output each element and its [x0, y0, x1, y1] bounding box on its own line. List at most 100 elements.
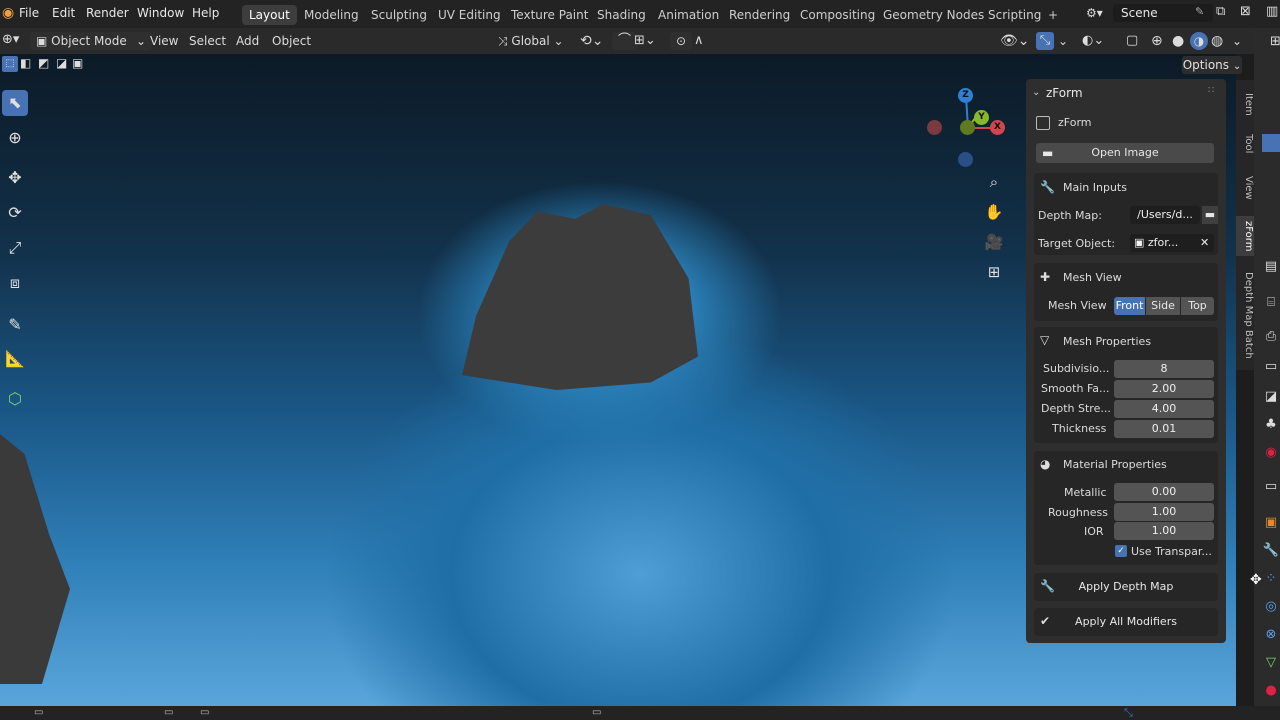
zoom-icon[interactable]: ⌕	[984, 172, 1004, 192]
tab-scripting[interactable]: Scripting	[981, 5, 1048, 25]
particles-properties-icon[interactable]: ⁘	[1262, 570, 1280, 588]
collection-properties-icon[interactable]: ▭	[1262, 478, 1280, 496]
view-layer-icon[interactable]: ▥	[1266, 4, 1278, 19]
gizmo-neg-x-axis[interactable]	[927, 120, 942, 135]
menu-edit[interactable]: Edit	[52, 6, 75, 20]
perspective-grid-icon[interactable]: ⊞	[984, 262, 1004, 282]
menu-view[interactable]: View	[150, 32, 178, 50]
browse-folder-icon[interactable]: ▬	[1202, 206, 1218, 224]
pan-hand-icon[interactable]: ✋	[984, 202, 1004, 222]
falloff-icon[interactable]: ∧	[694, 32, 704, 50]
menu-file[interactable]: File	[19, 6, 39, 20]
add-cube-tool-icon[interactable]: ⬡	[2, 386, 28, 412]
cursor-tool-icon[interactable]: ⊕	[2, 125, 28, 151]
chevron-down-icon[interactable]: ⌄	[1058, 32, 1068, 50]
gizmo-z-axis[interactable]: Z	[958, 88, 973, 103]
smooth-factor-field[interactable]: 2.00	[1114, 380, 1214, 398]
overlay-icon[interactable]: ◐⌄	[1082, 32, 1104, 50]
object-properties-icon[interactable]: ▣	[1262, 514, 1280, 532]
view-top-button[interactable]: Top	[1181, 297, 1214, 315]
select-extend-icon[interactable]: ◧	[20, 56, 31, 70]
scene-field[interactable]: Scene ✎	[1113, 4, 1213, 22]
transform-orientation-dropdown[interactable]: ⤨ Global ⌄	[498, 32, 570, 50]
scale-tool-icon[interactable]: ⤢	[2, 235, 28, 261]
proportional-edit-icon[interactable]: ⊙	[670, 32, 693, 50]
material-shading-icon[interactable]: ◑	[1190, 32, 1208, 50]
rotate-tool-icon[interactable]: ⟳	[2, 200, 28, 226]
depth-strength-field[interactable]: 4.00	[1114, 400, 1214, 418]
modifier-properties-icon[interactable]: 🔧	[1262, 542, 1280, 560]
depth-map-field[interactable]: /Users/d...	[1130, 206, 1200, 224]
select-subtract-icon[interactable]: ◩	[38, 56, 49, 70]
scene-selector-icon[interactable]: ⚙▾	[1086, 6, 1103, 20]
mode-dropdown[interactable]: ▣ Object Mode ⌄	[30, 32, 152, 50]
constraints-properties-icon[interactable]: ⊗	[1262, 626, 1280, 644]
camera-view-icon[interactable]: 🎥	[984, 232, 1004, 252]
roughness-field[interactable]: 1.00	[1114, 503, 1214, 521]
properties-editor-type-icon[interactable]: ⊞	[1270, 34, 1280, 49]
target-object-field[interactable]: ▣ zfor... ✕	[1130, 234, 1214, 252]
open-image-button[interactable]: ▬ Open Image	[1036, 143, 1214, 163]
collapse-chevron-icon[interactable]: ⌄	[1032, 87, 1040, 98]
navigation-gizmo[interactable]: Z Y X	[920, 86, 1010, 176]
view-layer-properties-icon[interactable]: ▭	[1262, 358, 1280, 376]
new-scene-icon[interactable]: ⧉	[1216, 4, 1225, 19]
scene-properties-icon[interactable]: ◪	[1262, 388, 1280, 406]
tab-animation[interactable]: Animation	[651, 5, 726, 25]
tab-sculpting[interactable]: Sculpting	[364, 5, 434, 25]
menu-window[interactable]: Window	[137, 6, 184, 20]
menu-render[interactable]: Render	[86, 6, 129, 20]
physics-properties-icon[interactable]: ◎	[1262, 598, 1280, 616]
gizmo-neg-z-axis[interactable]	[958, 152, 973, 167]
use-transparency-checkbox[interactable]: ✓	[1115, 545, 1127, 557]
material-properties-icon[interactable]: ●	[1262, 682, 1280, 700]
gizmo-toggle-icon[interactable]: ⤡	[1036, 32, 1054, 50]
apply-depth-map-button[interactable]: Apply Depth Map	[1034, 577, 1218, 597]
select-new-icon[interactable]: ⬚	[2, 56, 18, 72]
editor-type-icon[interactable]: ⊕▾	[2, 32, 19, 47]
world-properties-icon[interactable]: ◉	[1262, 444, 1280, 462]
delete-scene-icon[interactable]: ⊠	[1240, 4, 1251, 19]
blender-logo-icon[interactable]: ◉	[2, 5, 14, 21]
select-box-tool-icon[interactable]: ⬉	[2, 90, 28, 116]
pivot-point-icon[interactable]: ⟲⌄	[580, 32, 603, 50]
clear-x-icon[interactable]: ✕	[1200, 234, 1209, 252]
shading-options-icon[interactable]: ⌄	[1232, 32, 1242, 50]
visibility-icon[interactable]: 👁⌄	[1000, 32, 1030, 50]
annotate-tool-icon[interactable]: ✎	[2, 312, 28, 338]
wireframe-shading-icon[interactable]: ⊕	[1151, 32, 1163, 50]
select-intersect-icon[interactable]: ▣	[72, 56, 83, 70]
tab-texture-paint[interactable]: Texture Paint	[504, 5, 595, 25]
select-invert-icon[interactable]: ◪	[56, 56, 67, 70]
apply-all-modifiers-button[interactable]: Apply All Modifiers	[1034, 612, 1218, 632]
measure-tool-icon[interactable]: 📐	[2, 346, 28, 372]
metallic-field[interactable]: 0.00	[1114, 483, 1214, 501]
menu-object[interactable]: Object	[272, 32, 311, 50]
thickness-field[interactable]: 0.01	[1114, 420, 1214, 438]
gizmo-neg-y-axis[interactable]	[960, 120, 975, 135]
snap-target-icon[interactable]: ⊞⌄	[634, 32, 656, 50]
tab-layout[interactable]: Layout	[242, 5, 297, 25]
tab-compositing[interactable]: Compositing	[793, 5, 882, 25]
options-dropdown[interactable]: Options ⌄	[1182, 56, 1242, 74]
menu-help[interactable]: Help	[192, 6, 219, 20]
sidebar-tab-view[interactable]: View	[1236, 170, 1254, 206]
tab-rendering[interactable]: Rendering	[722, 5, 797, 25]
menu-select[interactable]: Select	[189, 32, 226, 50]
output-properties-icon[interactable]: ⎙	[1262, 328, 1280, 346]
add-workspace-button[interactable]: +	[1041, 5, 1065, 25]
gizmo-y-axis[interactable]: Y	[974, 110, 989, 125]
xray-icon[interactable]: ▢	[1126, 32, 1138, 50]
sidebar-tab-tool[interactable]: Tool	[1236, 128, 1254, 160]
scene-data-icon[interactable]: ♣	[1262, 416, 1280, 434]
ior-field[interactable]: 1.00	[1114, 522, 1214, 540]
render-properties-icon[interactable]: ⌸	[1262, 294, 1280, 312]
tool-properties-icon[interactable]: ▤	[1262, 258, 1280, 276]
transform-tool-icon[interactable]: ⧈	[2, 270, 28, 296]
move-tool-icon[interactable]: ✥	[2, 165, 28, 191]
pin-icon[interactable]: ✎	[1195, 5, 1204, 18]
drag-handle-icon[interactable]: ∷	[1208, 85, 1214, 96]
view-front-button[interactable]: Front	[1114, 297, 1145, 315]
tab-geometry-nodes[interactable]: Geometry Nodes	[876, 5, 991, 25]
subdivisions-field[interactable]: 8	[1114, 360, 1214, 378]
